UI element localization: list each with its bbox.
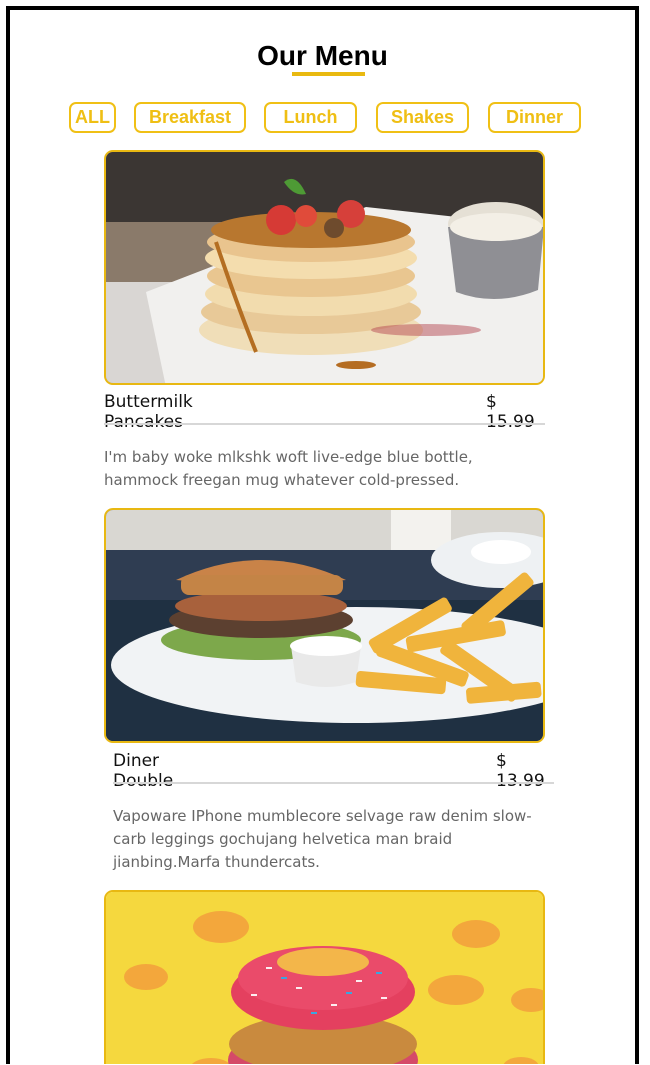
title-underline [292,72,365,76]
burger-fries-image [104,508,545,743]
menu-item-price: $ 15.99 [486,392,535,432]
menu-page: Our Menu ALL Breakfast Lunch Shakes Dinn… [6,6,639,1064]
filter-all-button[interactable]: ALL [69,102,116,133]
menu-item-description: I'm baby woke mlkshk woft live-edge blue… [104,448,473,489]
filter-shakes-button[interactable]: Shakes [376,102,469,133]
filter-lunch-button[interactable]: Lunch [264,102,357,133]
donut-stack-image [104,890,545,1064]
menu-item-description: Vapoware IPhone mumblecore selvage raw d… [113,807,532,871]
menu-item-name: Buttermilk Pancakes [104,392,193,432]
page-title: Our Menu [257,40,388,71]
category-filters: ALL Breakfast Lunch Shakes Dinner [10,102,635,136]
pancakes-image [104,150,545,385]
item-divider [113,782,554,784]
menu-item-price: $ 13.99 [496,751,545,791]
menu-item-name: Diner Double [113,751,174,791]
item-divider [104,423,545,425]
filter-dinner-button[interactable]: Dinner [488,102,581,133]
filter-breakfast-button[interactable]: Breakfast [134,102,246,133]
